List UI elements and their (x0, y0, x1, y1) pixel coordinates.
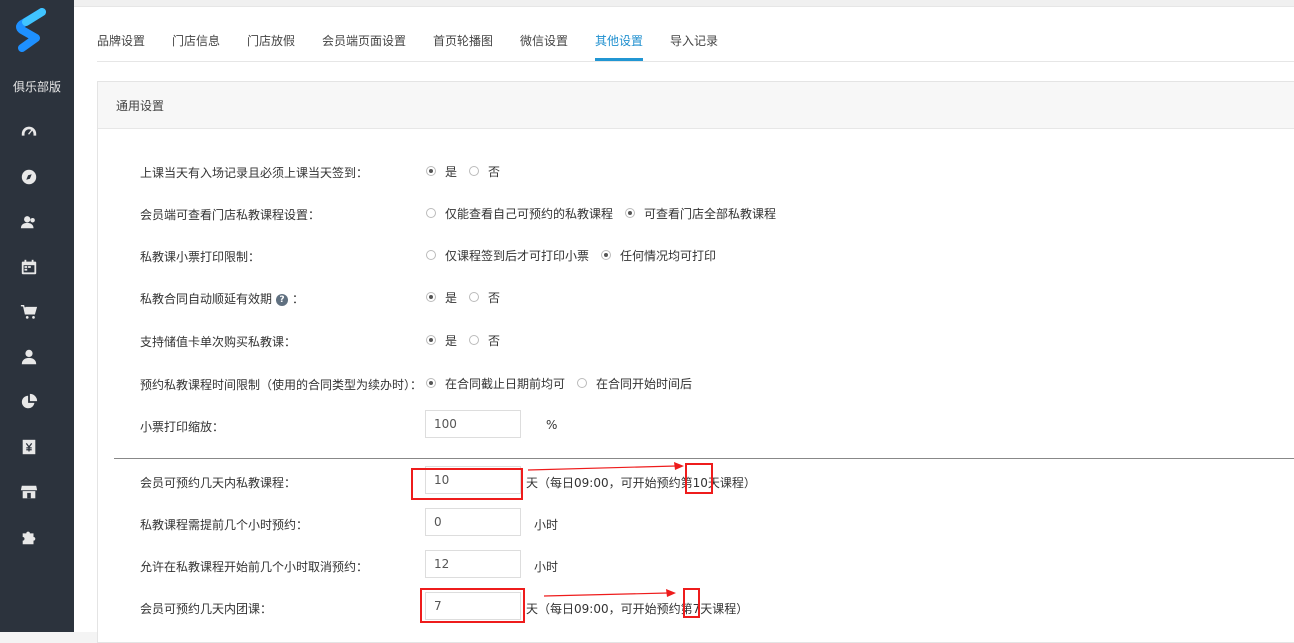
print-anytime-radio[interactable] (601, 250, 611, 260)
before-contract-end-radio[interactable] (426, 378, 436, 388)
section-divider (114, 458, 1294, 459)
view-all-courses-radio[interactable] (625, 208, 635, 218)
calendar-icon[interactable] (19, 257, 39, 277)
receipt-scale-label: 小票打印缩放： (140, 420, 225, 434)
checkin-required-yes-radio[interactable] (426, 166, 436, 176)
cancel-booking-hours-input[interactable] (425, 550, 521, 578)
annotation-box-group-day-number (683, 588, 700, 618)
view-all-courses-label[interactable]: 可查看门店全部私教课程 (644, 205, 776, 222)
annotation-box-group-days (420, 588, 525, 623)
member-view-private-course-label: 会员端可查看门店私教课程设置： (140, 208, 321, 222)
tab-brand-settings[interactable]: 品牌设置 (97, 32, 145, 49)
store-icon[interactable] (19, 482, 39, 502)
top-strip (74, 0, 1294, 7)
panel-header: 通用设置 (98, 82, 1294, 129)
contract-auto-extend-label: 私教合同自动顺延有效期?： (140, 290, 304, 307)
receipt-print-limit-label: 私教课小票打印限制： (140, 250, 261, 264)
after-contract-start-radio[interactable] (577, 378, 587, 388)
stored-card-no-radio[interactable] (469, 335, 479, 345)
annotation-box-private-days (411, 468, 523, 500)
panel-title: 通用设置 (116, 99, 165, 113)
annotation-arrow-private (527, 462, 684, 471)
checkin-required-no-radio[interactable] (469, 166, 479, 176)
auto-extend-yes-label[interactable]: 是 (445, 289, 457, 306)
members-icon[interactable] (19, 212, 39, 232)
cart-icon[interactable] (19, 302, 39, 322)
cancel-booking-hours-label: 允许在私教课程开始前几个小时取消预约： (140, 560, 369, 574)
sidebar: 俱乐部版 (0, 0, 74, 632)
stored-card-no-label[interactable]: 否 (488, 332, 500, 349)
contract-auto-extend-text: 私教合同自动顺延有效期 (140, 292, 273, 306)
stored-card-yes-label[interactable]: 是 (445, 332, 457, 349)
main-content: 品牌设置 门店信息 门店放假 会员端页面设置 首页轮播图 微信设置 其他设置 导… (74, 0, 1294, 643)
compass-icon[interactable] (19, 167, 39, 187)
tabs-divider (97, 61, 1294, 62)
receipt-scale-unit: % (546, 418, 558, 432)
cancel-booking-hours-unit: 小时 (534, 560, 559, 574)
auto-extend-no-radio[interactable] (469, 292, 479, 302)
finance-yen-icon[interactable] (19, 437, 39, 457)
checkin-required-label: 上课当天有入场记录且必须上课当天签到： (140, 166, 369, 180)
print-after-checkin-radio[interactable] (426, 250, 436, 260)
group-class-days-label: 会员可预约几天内团课： (140, 602, 273, 616)
checkin-required-no-label[interactable]: 否 (488, 163, 500, 180)
view-own-courses-label[interactable]: 仅能查看自己可预约的私教课程 (445, 205, 613, 222)
contract-auto-extend-colon: ： (292, 292, 305, 306)
pie-chart-icon[interactable] (19, 392, 39, 412)
tab-homepage-carousel[interactable]: 首页轮播图 (433, 32, 493, 49)
dashboard-gauge-icon[interactable] (19, 122, 39, 142)
group-class-days-unit: 天（每日09:00，可开始预约第7天课程） (526, 602, 749, 616)
stored-card-buy-label: 支持储值卡单次购买私教课： (140, 335, 297, 349)
view-own-courses-radio[interactable] (426, 208, 436, 218)
app-logo[interactable] (14, 8, 52, 56)
tab-other-settings[interactable]: 其他设置 (595, 32, 643, 49)
tab-store-info[interactable]: 门店信息 (172, 32, 220, 49)
print-after-checkin-label[interactable]: 仅课程签到后才可打印小票 (445, 247, 589, 264)
advance-booking-hours-label: 私教课程需提前几个小时预约： (140, 518, 309, 532)
print-anytime-label[interactable]: 任何情况均可打印 (620, 247, 716, 264)
general-settings-panel: 通用设置 上课当天有入场记录且必须上课当天签到： 是 否 会员端可查看门店私教课… (97, 81, 1294, 643)
stored-card-yes-radio[interactable] (426, 335, 436, 345)
checkin-required-yes-label[interactable]: 是 (445, 163, 457, 180)
club-edition-label: 俱乐部版 (12, 80, 61, 94)
help-icon[interactable]: ? (276, 293, 289, 306)
advance-booking-hours-input[interactable] (425, 508, 521, 536)
before-contract-end-label[interactable]: 在合同截止日期前均可 (445, 375, 565, 392)
private-course-days-label: 会员可预约几天内私教课程： (140, 476, 297, 490)
advance-booking-hours-unit: 小时 (534, 518, 559, 532)
tab-store-holiday[interactable]: 门店放假 (247, 32, 295, 49)
after-contract-start-label[interactable]: 在合同开始时间后 (596, 375, 692, 392)
annotation-box-private-day-number (685, 463, 713, 494)
tab-import-records[interactable]: 导入记录 (670, 32, 718, 49)
private-course-days-unit: 天（每日09:00，可开始预约第10天课程） (526, 476, 756, 490)
booking-time-limit-label: 预约私教课程时间限制（使用的合同类型为续办时）： (140, 378, 423, 392)
user-icon[interactable] (19, 347, 39, 367)
annotation-arrow-group (543, 589, 676, 597)
tab-wechat-settings[interactable]: 微信设置 (520, 32, 568, 49)
auto-extend-yes-radio[interactable] (426, 292, 436, 302)
tab-member-page-settings[interactable]: 会员端页面设置 (322, 32, 406, 49)
puzzle-icon[interactable] (19, 527, 39, 547)
receipt-scale-input[interactable] (425, 410, 521, 438)
auto-extend-no-label[interactable]: 否 (488, 289, 500, 306)
